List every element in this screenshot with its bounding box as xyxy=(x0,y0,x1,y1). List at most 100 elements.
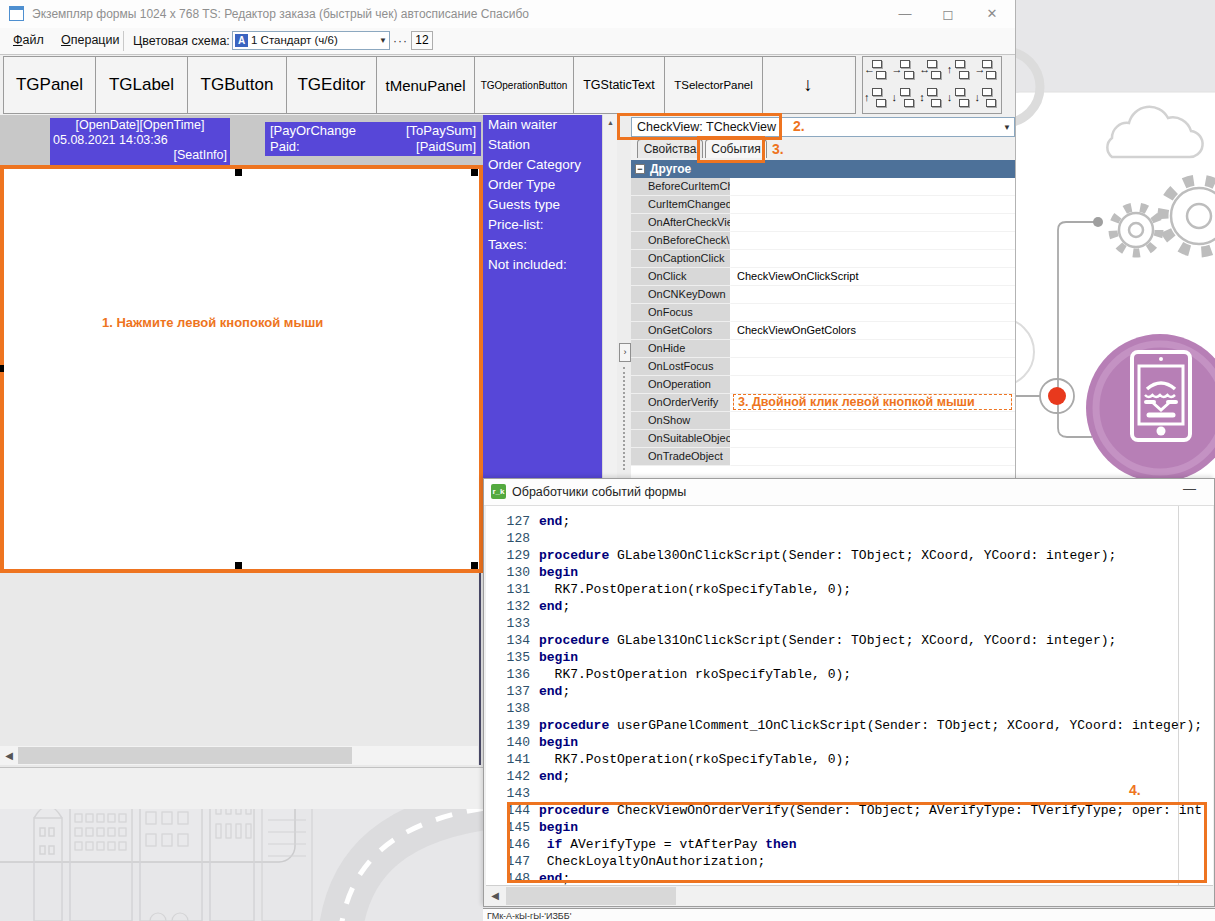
code-line-138[interactable]: 138 xyxy=(486,700,1213,717)
property-value[interactable] xyxy=(731,358,1015,376)
code-title-bar[interactable]: r_k Обработчики событий формы — xyxy=(484,479,1214,506)
close-button[interactable]: ✕ xyxy=(970,0,1014,28)
property-name[interactable]: OnCaptionClick xyxy=(631,250,731,268)
code-line-143[interactable]: 143 xyxy=(486,785,1213,802)
toolbar-button-TGPanel[interactable]: TGPanel xyxy=(4,57,96,113)
category-row[interactable]: −Другое xyxy=(631,160,1015,178)
property-row-OnHide[interactable]: OnHide xyxy=(631,340,1015,358)
property-value[interactable] xyxy=(731,196,1015,214)
property-row-OnOperation[interactable]: OnOperation xyxy=(631,376,1015,394)
toolbar-button-TGStaticText[interactable]: TGStaticText xyxy=(574,57,665,113)
align-vertical-centers-icon[interactable]: ↕ xyxy=(918,85,946,113)
property-name[interactable]: OnAfterCheckVie xyxy=(631,214,731,232)
form-side-panel[interactable]: Main waiterStationOrder CategoryOrder Ty… xyxy=(483,115,602,478)
maximize-button[interactable]: ◻ xyxy=(926,0,970,28)
toolbar-button-TGOperationButton[interactable]: TGOperationButton xyxy=(475,57,574,113)
code-line-132[interactable]: 132end; xyxy=(486,598,1213,615)
code-line-140[interactable]: 140begin xyxy=(486,734,1213,751)
tab-properties[interactable]: Свойства xyxy=(637,139,703,158)
title-bar[interactable]: Экземпляр формы 1024 x 768 TS: Редактор … xyxy=(0,0,1015,28)
splitter-collapse-icon[interactable]: › xyxy=(619,343,631,362)
align-to-grid-icon[interactable]: → xyxy=(973,57,1001,85)
property-name[interactable]: OnHide xyxy=(631,340,731,358)
property-value[interactable] xyxy=(731,250,1015,268)
menu-operations[interactable]: Операции xyxy=(61,33,119,47)
property-value[interactable] xyxy=(731,376,1015,394)
property-name[interactable]: OnCNKeyDown xyxy=(631,286,731,304)
property-row-BeforeCurItemCh[interactable]: BeforeCurItemCh xyxy=(631,178,1015,196)
code-line-139[interactable]: 139procedure userGPanelComment_1OnClickS… xyxy=(486,717,1213,734)
property-row-OnCNKeyDown[interactable]: OnCNKeyDown xyxy=(631,286,1015,304)
align-bottom-edges-icon[interactable]: ↓ xyxy=(891,85,919,113)
selection-handle[interactable] xyxy=(235,562,242,569)
property-name[interactable]: CurItemChanged xyxy=(631,196,731,214)
scheme-size-value[interactable]: 12 xyxy=(411,31,433,50)
property-row-OnGetColors[interactable]: OnGetColorsCheckViewOnGetColors xyxy=(631,322,1015,340)
property-name[interactable]: OnTradeObject xyxy=(631,448,731,466)
scheme-more-button[interactable]: ··· xyxy=(393,34,408,48)
code-line-142[interactable]: 142end; xyxy=(486,768,1213,785)
selection-handle[interactable] xyxy=(471,562,478,569)
toolbar-button-TGButton[interactable]: TGButton xyxy=(188,57,287,113)
designer-horizontal-scrollbar[interactable]: ◀ xyxy=(0,746,478,765)
collapse-icon[interactable]: − xyxy=(635,164,645,174)
code-line-131[interactable]: 131 RK7.PostOperation(rkoSpecifyTable, 0… xyxy=(486,581,1213,598)
color-scheme-combobox[interactable]: A 1 Стандарт (ч/6) ▼ xyxy=(232,31,390,50)
space-equally-horizontal-icon[interactable]: ↑ xyxy=(946,57,974,85)
property-row-OnClick[interactable]: OnClickCheckViewOnClickScript xyxy=(631,268,1015,286)
size-to-grid-icon[interactable]: ↓ xyxy=(973,85,1001,113)
code-line-133[interactable]: 133 xyxy=(486,615,1213,632)
toolbar-button-TGLabel[interactable]: TGLabel xyxy=(96,57,188,113)
form-header-datetime[interactable]: [OpenDate][OpenTime] 05.08.2021 14:03:36… xyxy=(50,118,230,166)
property-row-OnBeforeCheck[interactable]: OnBeforeCheck\ xyxy=(631,232,1015,250)
property-value[interactable] xyxy=(731,448,1015,466)
property-value[interactable]: CheckViewOnGetColors xyxy=(731,322,1015,340)
property-value[interactable] xyxy=(731,178,1015,196)
code-line-141[interactable]: 141 RK7.PostOperation(rkoSpecifyTable, 0… xyxy=(486,751,1213,768)
property-name[interactable]: OnFocus xyxy=(631,304,731,322)
code-line-135[interactable]: 135begin xyxy=(486,649,1213,666)
property-value[interactable] xyxy=(731,412,1015,430)
designer-vertical-scrollbar[interactable]: ▲ xyxy=(602,115,617,478)
code-line-134[interactable]: 134procedure GLabel31OnClickScript(Sende… xyxy=(486,632,1213,649)
property-value[interactable] xyxy=(731,286,1015,304)
property-name[interactable]: BeforeCurItemCh xyxy=(631,178,731,196)
property-value[interactable] xyxy=(731,232,1015,250)
space-equally-vertical-icon[interactable]: ↓ xyxy=(946,85,974,113)
chevron-down-icon[interactable]: ▼ xyxy=(379,36,387,45)
property-value[interactable] xyxy=(731,214,1015,232)
chevron-down-icon[interactable]: ▼ xyxy=(1003,123,1011,132)
property-row-OnAfterCheckVie[interactable]: OnAfterCheckVie xyxy=(631,214,1015,232)
property-value[interactable]: CheckViewOnClickScript xyxy=(731,268,1015,286)
property-value[interactable] xyxy=(731,430,1015,448)
property-row-OnTradeObject[interactable]: OnTradeObject xyxy=(631,448,1015,466)
scroll-up-icon[interactable]: ▲ xyxy=(603,115,618,130)
property-name[interactable]: OnLostFocus xyxy=(631,358,731,376)
property-row-CurItemChanged[interactable]: CurItemChanged xyxy=(631,196,1015,214)
property-name[interactable]: OnBeforeCheck\ xyxy=(631,232,731,250)
code-line-128[interactable]: 128 xyxy=(486,530,1213,547)
scrollbar-thumb[interactable] xyxy=(506,887,676,905)
code-line-130[interactable]: 130begin xyxy=(486,564,1213,581)
form-header-pay[interactable]: [PayOrChange[ToPaySum] Paid:[PaidSum] xyxy=(265,122,481,156)
property-value[interactable] xyxy=(731,340,1015,358)
toolbar-button-TSelectorPanel[interactable]: TSelectorPanel xyxy=(665,57,763,113)
toolbar-button-tMenuPanel[interactable]: tMenuPanel xyxy=(377,57,475,113)
align-right-edges-icon[interactable]: → xyxy=(891,57,919,85)
selection-handle[interactable] xyxy=(235,169,242,176)
align-left-edges-icon[interactable]: ← xyxy=(863,57,891,85)
code-line-127[interactable]: 127end; xyxy=(486,513,1213,530)
code-line-136[interactable]: 136 RK7.PostOperation rkoSpecifyTable, 0… xyxy=(486,666,1213,683)
property-name[interactable]: OnSuitableObjec xyxy=(631,430,731,448)
property-name[interactable]: OnClick xyxy=(631,268,731,286)
inspector-splitter[interactable]: › xyxy=(617,115,631,478)
property-name[interactable]: OnOrderVerify xyxy=(631,394,731,412)
property-row-OnShow[interactable]: OnShow xyxy=(631,412,1015,430)
code-horizontal-scrollbar[interactable]: ◀ xyxy=(486,885,1213,906)
align-horizontal-centers-icon[interactable]: ↔ xyxy=(918,57,946,85)
property-value[interactable] xyxy=(731,304,1015,322)
scroll-left-icon[interactable]: ◀ xyxy=(486,886,504,906)
toolbar-button-arrow[interactable]: ↓ xyxy=(763,57,853,113)
property-row-OnSuitableObjec[interactable]: OnSuitableObjec xyxy=(631,430,1015,448)
property-name[interactable]: OnGetColors xyxy=(631,322,731,340)
